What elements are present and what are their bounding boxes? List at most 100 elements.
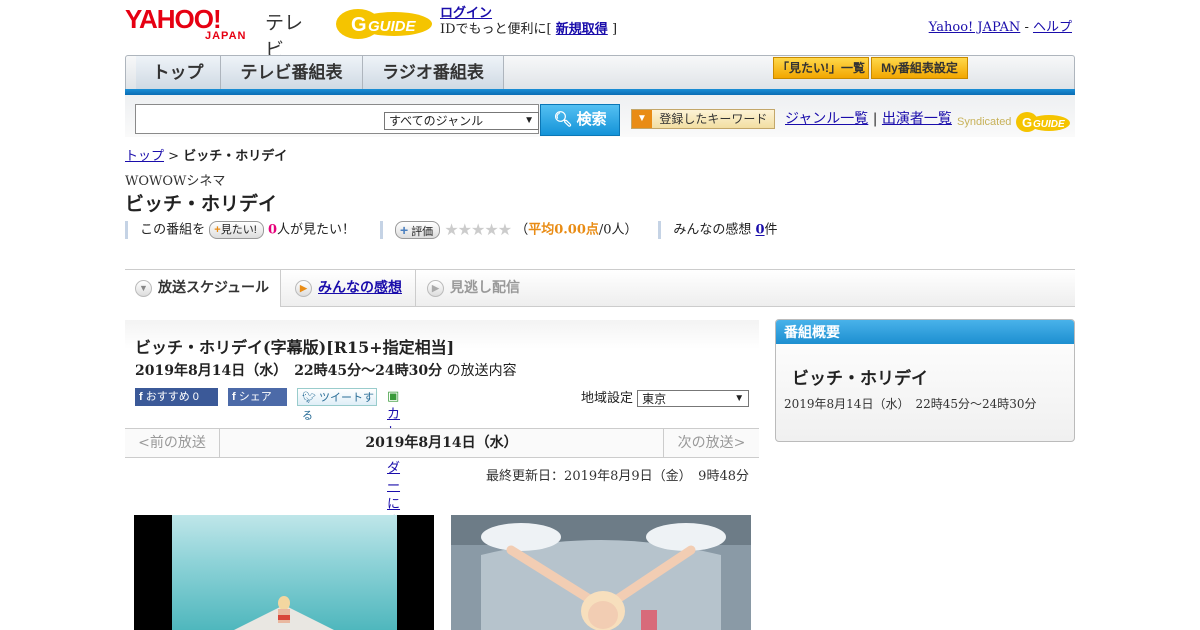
header-separator: - (1024, 20, 1029, 35)
broadcast-info: ビッチ・ホリデイ(字幕版)[R15+指定相当] 2019年8月14日（水） 22… (125, 320, 759, 548)
my-program-settings-button[interactable]: My番組表設定 (871, 57, 968, 79)
tweet-button[interactable]: 🐦︎ ツイートする (297, 388, 377, 422)
play-icon: ▶ (295, 279, 312, 297)
rate-button[interactable]: + 評価 (394, 221, 441, 239)
play-icon: ▶ (427, 279, 444, 297)
facebook-recommend-button[interactable]: f おすすめ 0 (135, 388, 218, 406)
syndicated-label: Syndicated (957, 115, 1012, 128)
search-bar: すべてのジャンル ▼ 🔍︎ 検索 ▼ 登録したキーワード ジャンル一覧 | 出演… (125, 95, 1075, 137)
impressions-count-link[interactable]: 0 (756, 223, 765, 238)
search-button[interactable]: 🔍︎ 検索 (540, 104, 620, 136)
calendar-plus-icon: ▣ (387, 389, 400, 404)
chevron-down-icon: ▼ (734, 393, 745, 404)
dropdown-triangle-icon: ▼ (632, 110, 652, 128)
program-summary-panel: 番組概要 ビッチ・ホリデイ 2019年8月14日（水） 22時45分～24時30… (775, 319, 1075, 442)
id-promo-text: IDでもっと便利に[ (440, 22, 552, 37)
divider (379, 221, 383, 239)
nav-tab-tv-guide[interactable]: テレビ番組表 (221, 56, 363, 90)
tab-impressions[interactable]: ▶ みんなの感想 (282, 270, 416, 306)
gguide-small-logo-icon: G GUIDE (1015, 112, 1070, 132)
plus-icon: + (399, 222, 409, 238)
links-separator: | (872, 111, 878, 127)
next-broadcast-link[interactable]: 次の放送> (663, 429, 759, 457)
facebook-icon: f (139, 391, 143, 403)
average-score: 平均0.00点 (528, 222, 599, 238)
divider (125, 221, 128, 239)
genre-select-value: すべてのジャンル (389, 114, 484, 128)
breadcrumb-top-link[interactable]: トップ (125, 149, 164, 164)
yahoo-japan-link[interactable]: Yahoo! JAPAN (929, 20, 1021, 35)
region-setting: 地域設定 東京 ▼ (581, 387, 750, 407)
svg-text:G: G (351, 14, 367, 36)
svg-text:GUIDE: GUIDE (1033, 119, 1065, 130)
pager-date: 2019年8月14日（水） (365, 435, 518, 451)
breadcrumb-current: ビッチ・ホリデイ (183, 148, 288, 163)
logo-tv-text: テレビ (265, 13, 304, 61)
divider (658, 221, 662, 239)
avg-open: （ (515, 222, 529, 238)
tab-streaming: ▶ 見逃し配信 (417, 270, 557, 306)
facebook-recommend-label: おすすめ 0 (145, 391, 199, 403)
broadcast-datetime-line: 2019年8月14日（水） 22時45分～24時30分 の放送内容 (135, 360, 517, 380)
registered-keywords-label: 登録したキーワード (659, 112, 768, 126)
search-button-label: 検索 (576, 111, 607, 128)
nav-tab-top[interactable]: トップ (136, 56, 221, 90)
yahoo-tv-logo[interactable]: YAHOO! JAPAN テレビ (125, 6, 320, 61)
rating-stars: ★★★★★ (444, 220, 512, 239)
mitai-list-button[interactable]: 「見たい!」一覧 (773, 57, 869, 79)
program-photo-1[interactable] (134, 515, 434, 630)
broadcast-datetime: 2019年8月14日（水） 22時45分～24時30分 (135, 363, 443, 379)
performer-list-link[interactable]: 出演者一覧 (882, 111, 952, 127)
breadcrumb-separator: > (168, 149, 180, 164)
broadcast-title: ビッチ・ホリデイ(字幕版)[R15+指定相当] (135, 338, 455, 357)
tab-streaming-label: 見逃し配信 (450, 279, 520, 295)
rating-row: この番組を +見たい! 0人が見たい！ + 評価 ★★★★★ （平均0.00点/… (125, 220, 825, 240)
want-button-label: 見たい! (220, 224, 257, 236)
average-rest: /0人） (598, 222, 638, 238)
header-links: Yahoo! JAPAN - ヘルプ (929, 16, 1072, 35)
facebook-share-label: シェア (238, 391, 272, 403)
nav-tab-radio-guide[interactable]: ラジオ番組表 (363, 56, 504, 90)
registered-keywords-button[interactable]: ▼ 登録したキーワード (631, 109, 775, 129)
logo-japan-text: JAPAN (205, 30, 247, 42)
gguide-logo: G GUIDE (334, 7, 434, 41)
breadcrumb: トップ > ビッチ・ホリデイ (125, 145, 287, 164)
region-select[interactable]: 東京 ▼ (637, 390, 750, 407)
program-summary-heading: 番組概要 (776, 320, 1074, 344)
prev-broadcast-link[interactable]: <前の放送 (125, 429, 220, 457)
facebook-share-button[interactable]: f シェア (228, 388, 287, 406)
facebook-icon: f (232, 391, 236, 403)
genre-list-link[interactable]: ジャンル一覧 (785, 111, 868, 127)
want-prefix: この番組を (140, 222, 206, 238)
broadcast-datetime-suffix: の放送内容 (446, 363, 517, 379)
impressions-label: みんなの感想 (673, 222, 752, 238)
region-select-value: 東京 (642, 392, 667, 406)
program-summary-title: ビッチ・ホリデイ (792, 369, 928, 388)
signup-link[interactable]: 新規取得 (556, 22, 608, 37)
main-nav: トップ テレビ番組表 ラジオ番組表 「見たい!」一覧 My番組表設定 (125, 55, 1075, 90)
last-updated: 最終更新日：2019年8月9日（金） 9時48分 (486, 469, 749, 484)
svg-text:G: G (1022, 115, 1032, 130)
impressions-unit: 件 (764, 222, 778, 238)
channel-name: WOWOWシネマ (125, 174, 226, 189)
broadcast-pager: <前の放送 2019年8月14日（水） 次の放送> (125, 428, 759, 458)
tab-schedule-label: 放送スケジュール (158, 279, 270, 295)
genre-select[interactable]: すべてのジャンル ▼ (384, 112, 539, 130)
tab-schedule[interactable]: ▼ 放送スケジュール (125, 270, 281, 307)
page-title: ビッチ・ホリデイ (125, 194, 278, 215)
program-photo-2[interactable] (451, 515, 751, 630)
calendar-add[interactable]: ▣ カレンダーに登録 (387, 388, 400, 548)
login-block: ログイン IDでもっと便利に[ 新規取得 ] (440, 6, 617, 38)
login-link[interactable]: ログイン (440, 6, 492, 21)
chevron-down-icon: ▼ (135, 279, 152, 297)
chevron-down-icon: ▼ (524, 115, 534, 126)
twitter-bird-icon: 🐦︎ (302, 392, 316, 404)
id-promo-end: ] (611, 22, 618, 37)
svg-text:GUIDE: GUIDE (368, 18, 417, 35)
want-count: 0 (267, 222, 277, 238)
region-label: 地域設定 (581, 391, 634, 406)
help-link[interactable]: ヘルプ (1033, 20, 1072, 35)
want-suffix: 人が見たい！ (276, 222, 355, 238)
want-button[interactable]: +見たい! (209, 221, 264, 239)
tab-impressions-label: みんなの感想 (318, 279, 402, 295)
